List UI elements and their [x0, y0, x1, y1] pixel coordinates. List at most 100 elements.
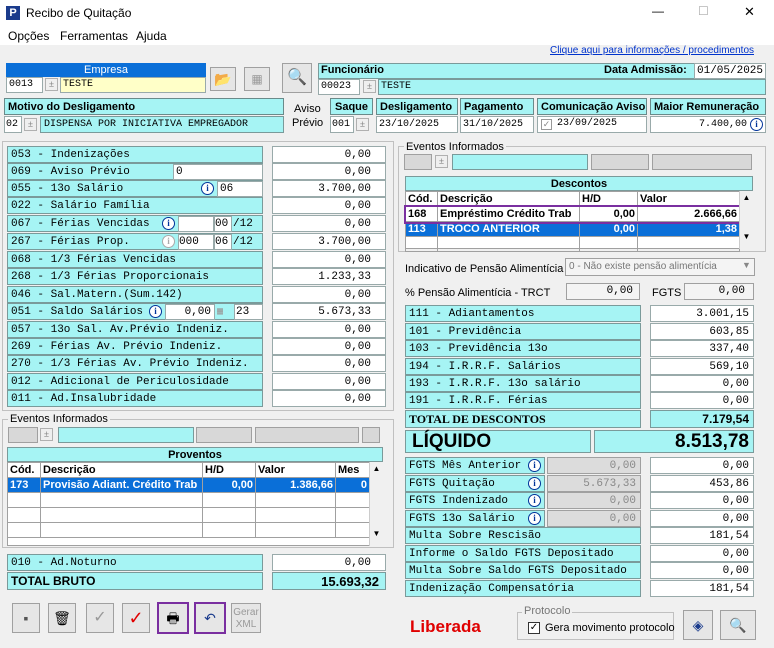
- provento-value[interactable]: 0,00: [272, 355, 386, 372]
- provento-value[interactable]: 3.700,00: [272, 233, 386, 250]
- eventos-left-desc[interactable]: [58, 427, 194, 443]
- desconto-value[interactable]: 569,10: [650, 358, 754, 375]
- trash-button[interactable]: 🗑: [48, 603, 76, 633]
- eventos-left-hd[interactable]: [196, 427, 252, 443]
- 13-months-field[interactable]: 06: [217, 181, 263, 197]
- menu-ferramentas[interactable]: Ferramentas: [60, 29, 128, 43]
- maior-info-icon[interactable]: i: [750, 118, 763, 131]
- confirm-gray-button[interactable]: ✓: [86, 603, 114, 633]
- eventos-right-valor[interactable]: [652, 154, 752, 170]
- table-row[interactable]: [7, 522, 370, 538]
- calculator-button[interactable]: ▦: [244, 67, 270, 91]
- ferias-venc-field[interactable]: [178, 216, 214, 232]
- fgts-base-field[interactable]: 0,00: [547, 510, 641, 527]
- fgts-base-field[interactable]: 0,00: [547, 457, 641, 474]
- empresa-lookup-icon[interactable]: ±: [45, 78, 58, 91]
- saque-field[interactable]: 001: [330, 116, 354, 133]
- table-row[interactable]: 173 Provisão Adiant. Crédito Trab 0,00 1.38…: [7, 477, 370, 493]
- info-icon[interactable]: i: [528, 477, 541, 490]
- saldo-days-field[interactable]: 23: [234, 304, 263, 320]
- provento-value[interactable]: 0,00: [272, 197, 386, 214]
- motivo-code[interactable]: 02: [4, 116, 22, 133]
- save-button[interactable]: ▪: [12, 603, 40, 633]
- desconto-value[interactable]: 337,40: [650, 340, 754, 357]
- calendar-icon[interactable]: ▦: [217, 305, 223, 321]
- table-row[interactable]: [7, 492, 370, 508]
- ferias-venc-months[interactable]: 00: [214, 216, 232, 232]
- desconto-value[interactable]: 0,00: [650, 392, 754, 409]
- undo-button[interactable]: ↶: [194, 602, 226, 634]
- minimize-button[interactable]: —: [652, 4, 664, 18]
- descontos-scrollbar[interactable]: ▲ ▼: [739, 191, 753, 249]
- pagamento-field[interactable]: 31/10/2025: [460, 116, 534, 133]
- search-employee-button[interactable]: 🔍: [282, 63, 312, 93]
- ferias-prop-days[interactable]: 000: [178, 234, 214, 250]
- fgts-value[interactable]: 0,00: [650, 492, 754, 509]
- fgts-field[interactable]: 0,00: [684, 283, 754, 300]
- eventos-left-lookup-icon[interactable]: ±: [40, 428, 53, 441]
- menu-ajuda[interactable]: Ajuda: [136, 29, 167, 43]
- chevron-down-icon[interactable]: ▼: [742, 260, 751, 270]
- info-icon[interactable]: i: [528, 459, 541, 472]
- comunicacao-date[interactable]: 23/09/2025: [557, 118, 617, 129]
- provento-value[interactable]: 0,00: [272, 286, 386, 303]
- comunicacao-checkbox[interactable]: ✓: [541, 119, 552, 130]
- provento-value[interactable]: 0,00: [272, 338, 386, 355]
- aviso-days-field[interactable]: 0: [173, 164, 263, 180]
- provento-value[interactable]: 3.700,00: [272, 180, 386, 197]
- provento-value[interactable]: 1.233,33: [272, 268, 386, 285]
- table-row[interactable]: [405, 236, 740, 252]
- fgts-value[interactable]: 0,00: [650, 545, 754, 562]
- protocolo-checkbox[interactable]: ✓: [528, 622, 540, 634]
- provento-value[interactable]: 0,00: [272, 251, 386, 268]
- eventos-left-mes[interactable]: [362, 427, 380, 443]
- fgts-value[interactable]: 181,54: [650, 580, 754, 597]
- provento-value[interactable]: 0,00: [272, 321, 386, 338]
- table-row[interactable]: 168 Empréstimo Crédito Trab 0,00 2.666,66: [403, 204, 742, 224]
- provento-value[interactable]: 5.673,33: [272, 303, 386, 320]
- eventos-left-valor[interactable]: [255, 427, 359, 443]
- confirm-red-button[interactable]: ✓: [122, 603, 150, 633]
- ferias-prop-months[interactable]: 06: [214, 234, 232, 250]
- pensao-select[interactable]: 0 - Não existe pensão alimentícia: [565, 258, 755, 276]
- info-icon[interactable]: i: [528, 512, 541, 525]
- maior-field[interactable]: 7.400,00: [650, 116, 766, 133]
- fgts-value[interactable]: 0,00: [650, 510, 754, 527]
- print-button[interactable]: 🖶: [157, 602, 189, 634]
- open-folder-button[interactable]: 📂: [210, 67, 236, 91]
- table-row[interactable]: 113 TROCO ANTERIOR 0,00 1,38: [405, 221, 740, 237]
- desconto-value[interactable]: 3.001,15: [650, 305, 754, 322]
- pensao-pct-field[interactable]: 0,00: [566, 283, 640, 300]
- eventos-right-desc[interactable]: [452, 154, 588, 170]
- info-icon[interactable]: i: [162, 217, 175, 230]
- desligamento-field[interactable]: 23/10/2025: [376, 116, 458, 133]
- empresa-code[interactable]: 0013: [6, 77, 43, 93]
- provento-value[interactable]: 0,00: [272, 390, 386, 407]
- fgts-value[interactable]: 181,54: [650, 527, 754, 544]
- provento-value[interactable]: 0,00: [272, 215, 386, 232]
- saque-lookup-icon[interactable]: ±: [356, 118, 369, 131]
- info-icon[interactable]: i: [149, 305, 162, 318]
- admissao-field[interactable]: 01/05/2025: [694, 63, 766, 79]
- provento-value[interactable]: 0,00: [272, 163, 386, 180]
- table-row[interactable]: [7, 507, 370, 523]
- funcionario-code[interactable]: 00023: [318, 79, 360, 95]
- info-icon[interactable]: i: [201, 182, 214, 195]
- adnoturno-value[interactable]: 0,00: [272, 554, 386, 571]
- eventos-right-code[interactable]: [404, 154, 432, 170]
- eventos-right-lookup-icon[interactable]: ±: [435, 155, 448, 168]
- maximize-button[interactable]: ☐: [698, 4, 709, 18]
- info-icon[interactable]: i: [162, 235, 175, 248]
- fgts-base-field[interactable]: 5.673,33: [547, 475, 641, 492]
- fgts-base-field[interactable]: 0,00: [547, 492, 641, 509]
- eventos-right-hd[interactable]: [591, 154, 649, 170]
- fgts-value[interactable]: 0,00: [650, 562, 754, 579]
- funcionario-lookup-icon[interactable]: ±: [363, 80, 376, 93]
- desconto-value[interactable]: 603,85: [650, 323, 754, 340]
- protocol-send-button[interactable]: ◈: [683, 610, 713, 640]
- provento-value[interactable]: 0,00: [272, 146, 386, 163]
- fgts-value[interactable]: 453,86: [650, 475, 754, 492]
- search-disabled-button[interactable]: 🔍: [720, 610, 756, 640]
- desconto-value[interactable]: 0,00: [650, 375, 754, 392]
- info-icon[interactable]: i: [528, 494, 541, 507]
